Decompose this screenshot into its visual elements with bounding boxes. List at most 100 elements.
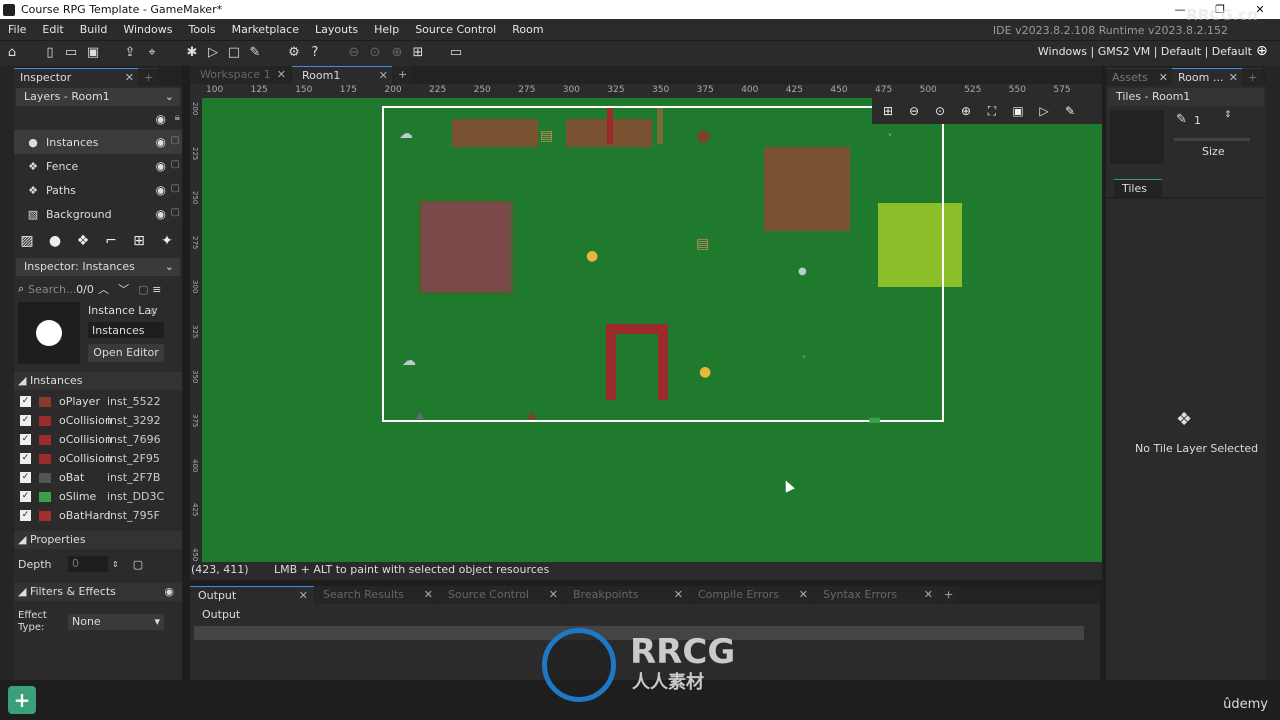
monitor-icon[interactable]: ▭ [448, 45, 464, 61]
help-icon[interactable]: ? [307, 45, 323, 61]
output-tab[interactable]: Output ✕ [190, 586, 314, 604]
menu-help[interactable]: Help [366, 23, 407, 36]
debug-icon[interactable]: ✱ [184, 45, 200, 61]
chevron-up-icon[interactable]: ︿ [98, 281, 118, 297]
instance-row[interactable]: ✓ oCollision inst_3292 [14, 411, 182, 430]
depth-field[interactable]: 0 [68, 556, 108, 572]
add-asset-layer-icon[interactable]: ⊞ [128, 230, 150, 252]
chevron-down-icon[interactable]: ﹀ [118, 281, 138, 297]
close-icon[interactable]: ✕ [1229, 71, 1238, 84]
menu-marketplace[interactable]: Marketplace [224, 23, 307, 36]
open-folder-icon[interactable]: ▭ [63, 45, 79, 61]
chest-sprite-icon[interactable]: ▤ [696, 236, 709, 252]
lock-icon[interactable]: ▢ [171, 207, 180, 218]
output-tab[interactable]: Search Results ✕ [315, 586, 439, 604]
stop-icon[interactable]: □ [226, 45, 242, 61]
rock-sprite-icon[interactable]: ● [798, 266, 807, 277]
effect-type-dropdown[interactable]: None ▾ [68, 614, 164, 630]
add-icon[interactable]: + [8, 686, 36, 714]
lock-icon[interactable]: ▢ [171, 159, 180, 170]
lock-icon[interactable]: ▢ [133, 558, 143, 571]
layer-background[interactable]: ▧ Background ◉ ▢ [14, 202, 182, 226]
lock-icon[interactable]: ▢ [171, 183, 180, 194]
layer-paths[interactable]: ❖ Paths ◉ ▢ [14, 178, 182, 202]
export-icon[interactable]: ⇪ [122, 45, 138, 61]
target-settings-icon[interactable]: ⊕ [1256, 43, 1272, 59]
output-tab[interactable]: Source Control ✕ [440, 586, 564, 604]
eye-icon[interactable]: ◉ [156, 183, 166, 197]
output-tab[interactable]: Compile Errors ✕ [690, 586, 814, 604]
close-icon[interactable]: ✕ [299, 589, 308, 602]
menu-room[interactable]: Room [504, 23, 551, 36]
tab-room1[interactable]: Room1 ✕ [292, 66, 392, 84]
menu-build[interactable]: Build [72, 23, 116, 36]
zoom-out-icon[interactable]: ⊖ [906, 104, 922, 118]
chest-sprite-icon[interactable]: ▤ [540, 128, 553, 144]
properties-section-header[interactable]: ◢ Properties [14, 531, 182, 549]
menu-edit[interactable]: Edit [34, 23, 71, 36]
menu-file[interactable]: File [0, 23, 34, 36]
close-icon[interactable]: ✕ [924, 588, 933, 601]
pin-icon[interactable]: ✎ [1062, 104, 1078, 118]
open-editor-button[interactable]: Open Editor [88, 344, 164, 362]
close-icon[interactable]: ✕ [379, 69, 388, 82]
zoom-reset-icon[interactable]: ⊙ [932, 104, 948, 118]
output-tab[interactable]: Breakpoints ✕ [565, 586, 689, 604]
grid-icon[interactable]: ⊞ [410, 45, 426, 61]
instance-row[interactable]: ✓ oCollision inst_7696 [14, 430, 182, 449]
run-icon[interactable]: ▷ [205, 45, 221, 61]
eye-icon[interactable]: ◉ [164, 585, 174, 598]
size-slider[interactable] [1174, 138, 1250, 141]
search-input[interactable]: Search... [28, 283, 76, 296]
add-effect-layer-icon[interactable]: ✦ [156, 230, 178, 252]
menu-windows[interactable]: Windows [115, 23, 180, 36]
zoom-out-icon[interactable]: ⊖ [346, 45, 362, 61]
close-icon[interactable]: ✕ [799, 588, 808, 601]
instance-row[interactable]: ✓ oPlayer inst_5522 [14, 392, 182, 411]
close-icon[interactable]: ✕ [549, 588, 558, 601]
eye-icon[interactable]: ◉ [156, 112, 166, 126]
grid-toggle-icon[interactable]: ⊞ [880, 104, 896, 118]
zoom-in-icon[interactable]: ⊕ [389, 45, 405, 61]
brush-icon[interactable]: ✎ [247, 45, 263, 61]
layer-name-field[interactable]: Instances [88, 322, 164, 338]
add-tab-icon[interactable]: + [138, 68, 158, 86]
stepper-icon[interactable]: ⇕ [112, 560, 119, 569]
frame-view-icon[interactable]: ▣ [1010, 104, 1026, 118]
bat-sprite-icon[interactable]: ▲ [416, 410, 424, 421]
checkbox[interactable]: ✓ [20, 396, 31, 407]
instance-row[interactable]: ✓ oSlime inst_DD3C [14, 487, 182, 506]
tab-assets[interactable]: Assets ✕ [1106, 68, 1172, 86]
play-icon[interactable]: ▷ [1036, 104, 1052, 118]
tab-inspector[interactable]: Inspector ✕ [14, 68, 138, 86]
add-background-layer-icon[interactable]: ▨ [16, 230, 38, 252]
add-tab-icon[interactable]: + [940, 586, 958, 604]
instance-row[interactable]: ✓ oBat inst_2F7B [14, 468, 182, 487]
checkbox[interactable]: ✓ [20, 415, 31, 426]
filters-section-header[interactable]: ◢ Filters & Effects ◉ [14, 583, 182, 601]
checkbox[interactable]: ✓ [20, 510, 31, 521]
zoom-in-icon[interactable]: ⊕ [958, 104, 974, 118]
add-instance-layer-icon[interactable]: ● [44, 230, 66, 252]
close-icon[interactable]: ✕ [125, 71, 134, 84]
fullscreen-icon[interactable]: ⛶ [984, 104, 1000, 119]
add-path-layer-icon[interactable]: ⌐ [100, 230, 122, 252]
room-canvas[interactable]: ☁ ▤ ☻ ▤ ● ● ☁ ● ▲ ▲ ▬ ᵥ ᵥ ⊞ ⊖ ⊙ ⊕ ⛶ ▣ ▷ … [202, 98, 1102, 562]
lock-icon[interactable]: 🔒︎ [175, 112, 180, 123]
rock-sprite-icon[interactable]: ☁ [402, 353, 416, 369]
coin-sprite-icon[interactable]: ● [586, 248, 598, 264]
instance-row[interactable]: ✓ oCollision inst_2F95 [14, 449, 182, 468]
brush-size-field[interactable]: 1 [1194, 114, 1201, 127]
layer-instances[interactable]: ● Instances ◉ ▢ [14, 130, 182, 154]
add-tile-layer-icon[interactable]: ❖ [72, 230, 94, 252]
checkbox[interactable]: ✓ [20, 472, 31, 483]
home-icon[interactable]: ⌂ [4, 45, 20, 61]
coin-sprite-icon[interactable]: ● [699, 364, 711, 380]
rock-sprite-icon[interactable]: ☁ [399, 126, 413, 142]
menu-icon[interactable]: ≡ [152, 283, 161, 296]
checkbox[interactable]: ✓ [20, 453, 31, 464]
layer-fence[interactable]: ❖ Fence ◉ ▢ [14, 154, 182, 178]
layers-dropdown[interactable]: Layers - Room1 ⌄ [16, 88, 180, 106]
add-tab-icon[interactable]: + [1242, 68, 1262, 86]
lock-icon[interactable]: ▢ [138, 283, 152, 296]
